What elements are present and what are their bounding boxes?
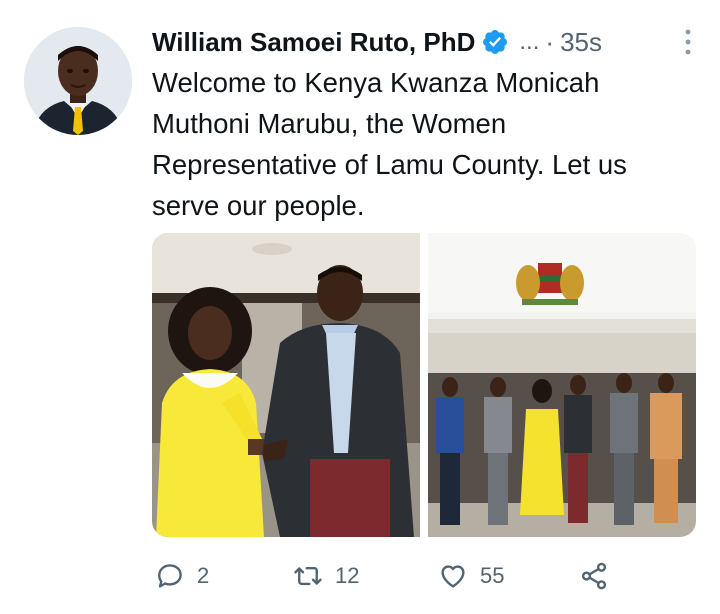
reply-button[interactable]: 2 (155, 556, 209, 596)
retweet-count: 12 (335, 563, 360, 588)
author-name[interactable]: William Samoei Ruto, PhD (152, 27, 475, 58)
separator: · (545, 26, 555, 57)
reply-icon (158, 564, 182, 588)
tweet-media[interactable] (152, 233, 696, 537)
more-options-icon[interactable] (676, 26, 700, 58)
like-button[interactable]: 55 (438, 556, 504, 596)
verified-badge-icon (483, 30, 508, 54)
share-button[interactable] (579, 556, 609, 596)
retweet-icon (294, 566, 322, 586)
heart-icon (441, 565, 465, 588)
photo-handshake[interactable] (152, 233, 420, 537)
tweet[interactable]: William Samoei Ruto, PhD ... · 35s Welco… (0, 0, 720, 614)
author-handle[interactable]: ... (519, 28, 539, 56)
photo-group[interactable] (428, 233, 696, 537)
avatar[interactable] (24, 27, 132, 135)
tweet-actions: 2 12 55 (155, 556, 625, 596)
tweet-header: William Samoei Ruto, PhD ... · 35s (152, 22, 700, 62)
reply-count: 2 (197, 563, 210, 588)
retweet-button[interactable]: 12 (293, 556, 359, 596)
like-count: 55 (480, 563, 505, 588)
tweet-time[interactable]: 35s (560, 27, 602, 58)
tweet-text: Welcome to Kenya Kwanza Monicah Muthoni … (152, 67, 627, 221)
share-icon (581, 562, 607, 590)
